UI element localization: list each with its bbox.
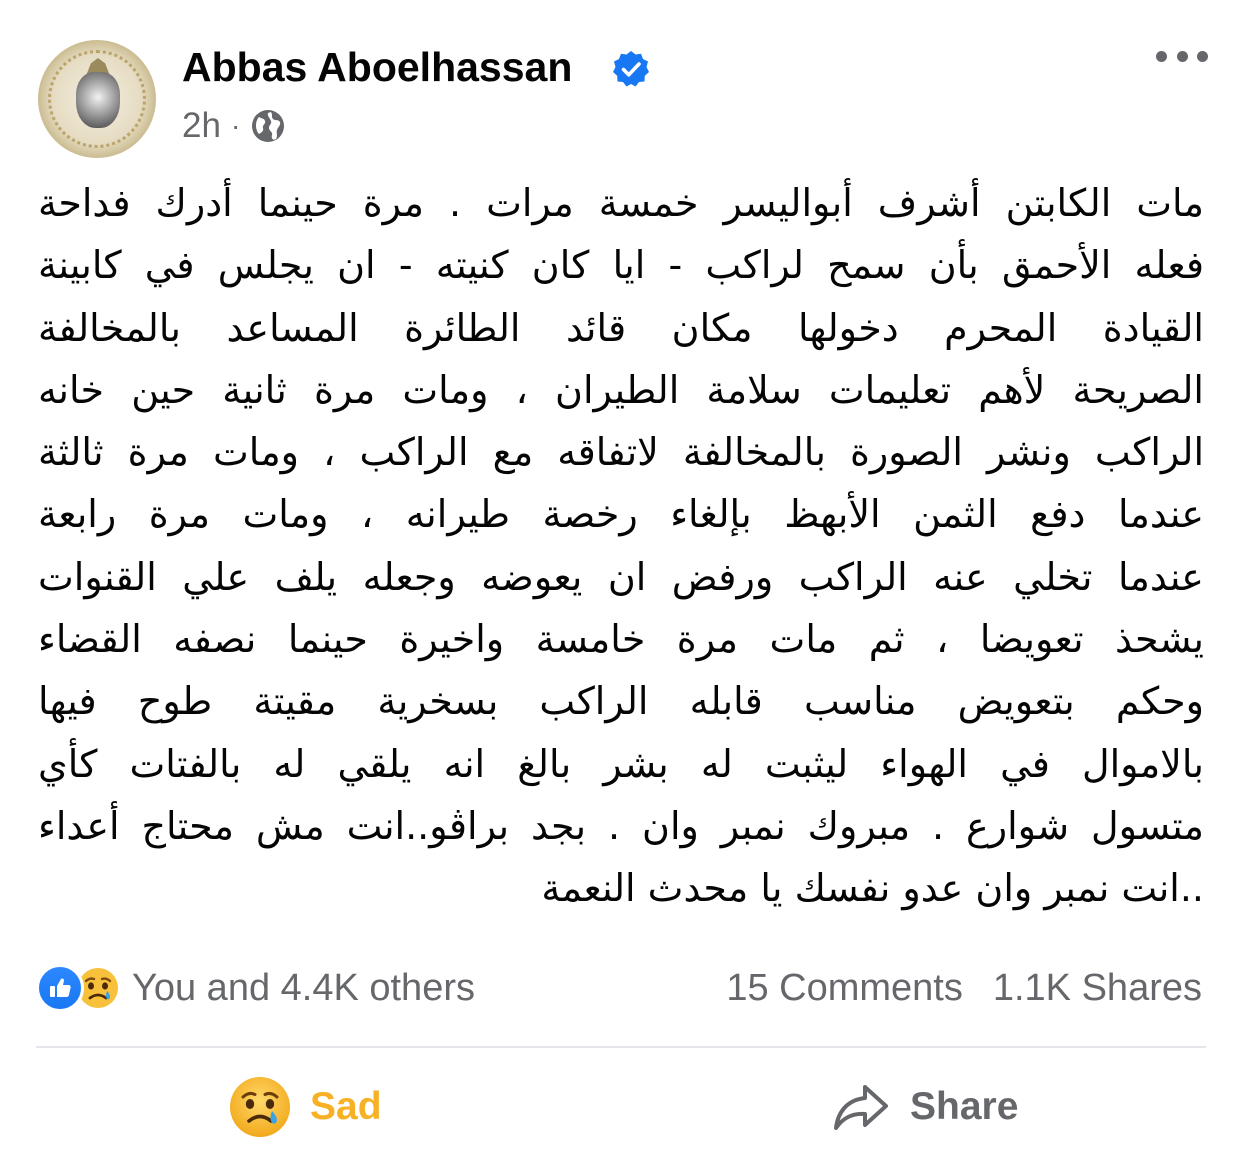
post-time[interactable]: 2h	[182, 106, 221, 146]
globe-icon[interactable]	[250, 108, 286, 144]
more-dot	[1156, 50, 1167, 62]
reactions-summary[interactable]: You and 4.4K others	[36, 962, 475, 1014]
post-text-line: فعله الأحمق بأن سمح لراكب - ايا كان كنيت…	[38, 243, 1204, 288]
verified-badge-icon	[613, 51, 649, 87]
post-text-line: عندما دفع الثمن الأبهظ بإلغاء رخصة طيران…	[38, 492, 1204, 537]
comments-count[interactable]: 15 Comments	[726, 967, 963, 1010]
author-avatar[interactable]	[38, 40, 156, 158]
more-dot	[1197, 50, 1208, 62]
post-text-line: وحكم بتعويض مناسب قابله الراكب بسخرية مق…	[38, 679, 1204, 724]
post-meta: 2h ·	[182, 104, 286, 148]
engagement-counts: 15 Comments 1.1K Shares	[726, 962, 1202, 1014]
post-text-line: مات الكابتن أشرف أبواليسر خمسة مرات . مر…	[38, 181, 1204, 225]
thumbs-up-icon	[50, 978, 71, 997]
more-options-icon[interactable]	[1156, 46, 1208, 66]
sad-face-icon	[230, 1077, 290, 1137]
reactions-count-text: You and 4.4K others	[132, 966, 475, 1009]
shares-count[interactable]: 1.1K Shares	[993, 967, 1202, 1010]
share-arrow-icon	[834, 1085, 888, 1130]
meta-separator: ·	[230, 110, 241, 141]
sad-reaction-button[interactable]: Sad	[228, 1074, 382, 1140]
post-text-line: ..انت نمبر وان عدو نفسك يا محدث النعمة	[541, 866, 1204, 911]
post-text-line: عندما تخلي عنه الراكب ورفض ان يعوضه وجعل…	[38, 554, 1204, 599]
action-divider	[36, 1046, 1206, 1048]
sad-button-label: Sad	[310, 1085, 382, 1128]
share-button[interactable]: Share	[832, 1074, 1018, 1140]
post-text-line: القيادة المحرم دخولها مكان قائد الطائرة …	[38, 305, 1204, 350]
post-text-line: الراكب ونشر الصورة بالمخالفة لاتفاقه مع …	[38, 430, 1204, 475]
like-reaction-icon	[36, 964, 84, 1012]
post-text-line: متسول شوارع . مبروك نمبر وان . بجد براڤو…	[38, 803, 1204, 848]
author-name[interactable]: Abbas Aboelhassan	[182, 42, 572, 92]
avatar-face	[76, 72, 120, 128]
post-text-line: بالاموال في الهواء ليثبت له بشر بالغ انه…	[38, 741, 1204, 786]
post-text: مات الكابتن أشرف أبواليسر خمسة مرات . مر…	[38, 172, 1204, 920]
more-dot	[1176, 50, 1188, 62]
post-text-line: الصريحة لأهم تعليمات سلامة الطيران ، وما…	[38, 367, 1204, 412]
post-text-line: يشحذ تعويضا ، ثم مات مرة خامسة واخيرة حي…	[38, 617, 1204, 662]
share-button-label: Share	[910, 1085, 1019, 1128]
facebook-post: Abbas Aboelhassan 2h · مات الكابتن أشرف …	[0, 0, 1242, 1160]
